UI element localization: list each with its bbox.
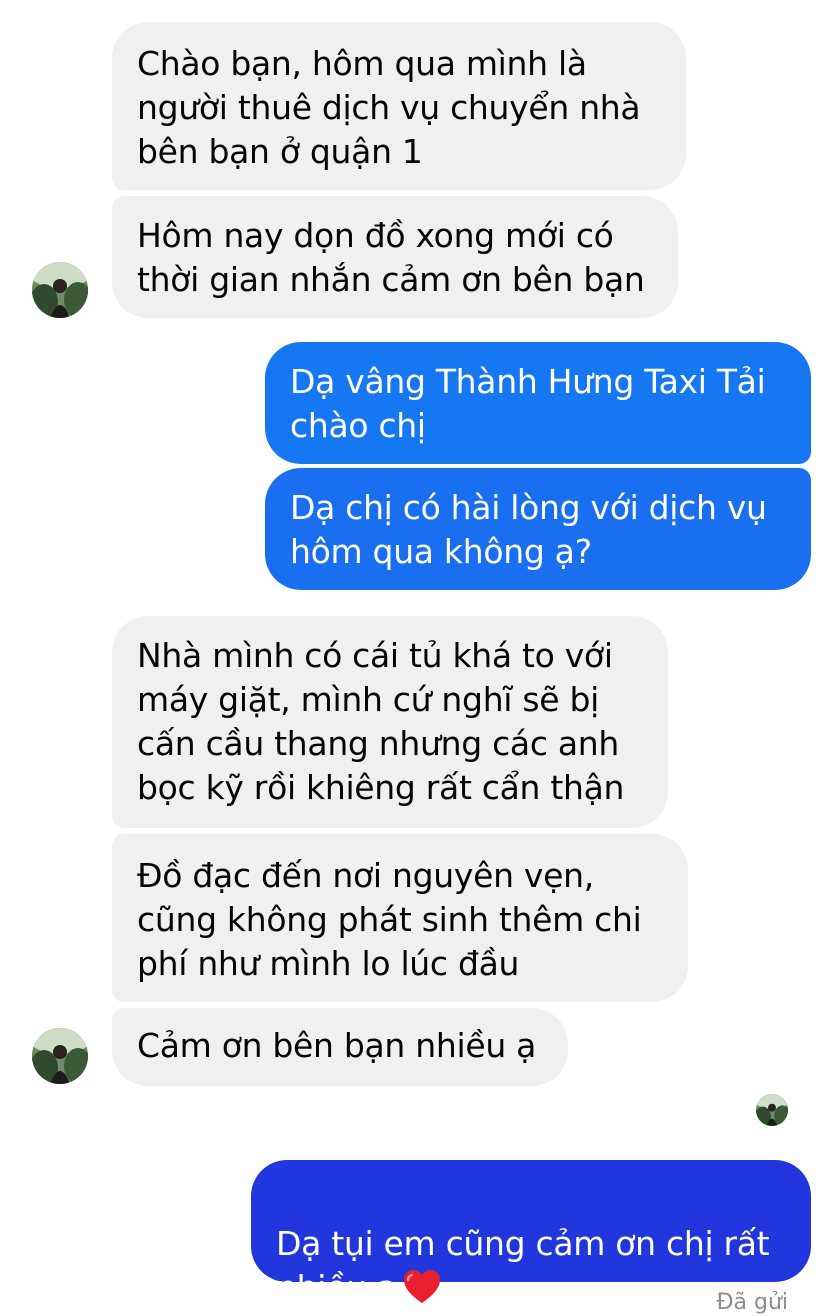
message-bubble-incoming[interactable]: Chào bạn, hôm qua mình là người thuê dịc… xyxy=(112,22,686,190)
message-bubble-incoming[interactable]: Nhà mình có cái tủ khá to với máy giặt, … xyxy=(112,616,668,828)
message-bubble-incoming[interactable]: Cảm ơn bên bạn nhiều ạ xyxy=(112,1008,568,1086)
read-receipt-avatar xyxy=(756,1094,788,1126)
heart-icon xyxy=(403,1269,441,1316)
avatar-photo-icon xyxy=(32,1028,88,1084)
message-bubble-incoming[interactable]: Hôm nay dọn đồ xong mới có thời gian nhắ… xyxy=(112,196,678,318)
contact-avatar[interactable] xyxy=(32,262,88,318)
message-text: Dạ tụi em cũng cảm ơn chị rất nhiều ạ xyxy=(276,1224,770,1307)
avatar-photo-icon xyxy=(32,262,88,318)
message-bubble-outgoing[interactable]: Dạ tụi em cũng cảm ơn chị rất nhiều ạ xyxy=(251,1160,811,1307)
read-receipt-icon xyxy=(756,1094,788,1126)
message-bubble-outgoing[interactable]: Dạ vâng Thành Hưng Taxi Tải chào chị xyxy=(265,342,811,464)
sent-status: Đã gửi xyxy=(716,1290,788,1315)
contact-avatar[interactable] xyxy=(32,1028,88,1084)
message-bubble-incoming[interactable]: Đồ đạc đến nơi nguyên vẹn, cũng không ph… xyxy=(112,834,688,1002)
message-bubble-outgoing[interactable]: Dạ chị có hài lòng với dịch vụ hôm qua k… xyxy=(265,468,811,590)
